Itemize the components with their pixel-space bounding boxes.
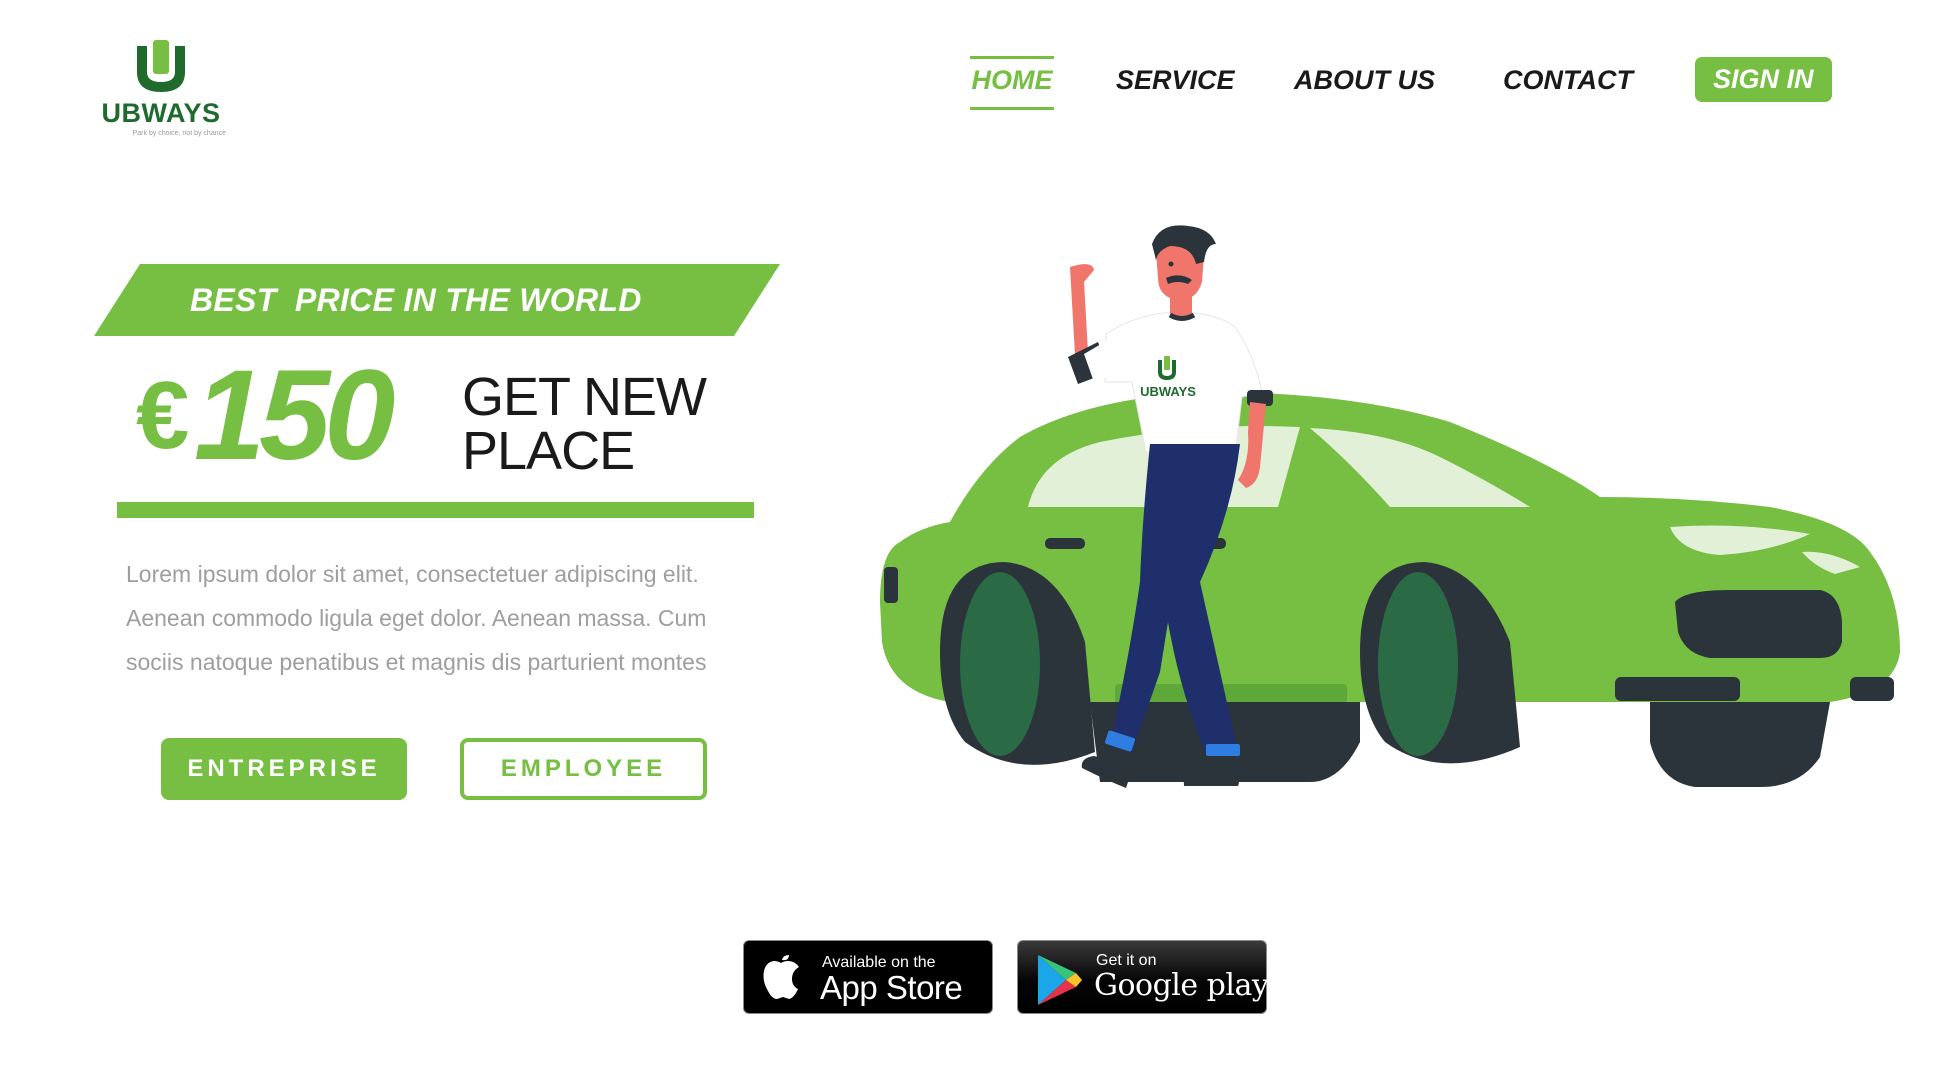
promo-ribbon: BEST PRICE IN THE WORLD — [94, 264, 780, 336]
price-currency: € — [136, 362, 190, 469]
price-tagline-line2: PLACE — [462, 421, 635, 481]
description-line: Lorem ipsum dolor sit amet, consectetuer… — [126, 561, 699, 587]
brand-logo[interactable]: UBWAYS Park by choice, not by chance — [86, 40, 236, 150]
google-play-big-text: Google play — [1094, 968, 1269, 1003]
hero-illustration: UBWAYS — [880, 225, 1900, 788]
shirt-logo-text: UBWAYS — [1140, 384, 1196, 399]
price-tagline: GET NEW PLACE — [462, 370, 722, 478]
price-tagline-line1: GET NEW — [462, 367, 707, 427]
ribbon-text: BEST PRICE IN THE WORLD — [190, 282, 642, 318]
app-store-badge[interactable]: Available on the App Store — [743, 940, 993, 1014]
nav-contact[interactable]: CONTACT — [1503, 56, 1633, 104]
car-illustration — [880, 392, 1900, 787]
price-display: € 150 — [136, 352, 395, 480]
landing-page: UBWAYS Park by choice, not by chance HOM… — [0, 0, 1936, 1080]
app-store-big-text: App Store — [820, 969, 963, 1006]
nav-service[interactable]: SERVICE — [1116, 56, 1235, 104]
divider-bar — [117, 502, 754, 518]
nav-about-us[interactable]: ABOUT US — [1294, 56, 1435, 104]
brand-name: UBWAYS — [101, 98, 221, 128]
hero-description: Lorem ipsum dolor sit amet, consectetuer… — [126, 552, 766, 684]
apple-icon — [763, 955, 799, 999]
entreprise-button[interactable]: ENTREPRISE — [161, 738, 407, 800]
price-amount: 150 — [193, 344, 396, 487]
nav-home[interactable]: HOME — [970, 56, 1054, 110]
employee-button[interactable]: EMPLOYEE — [460, 738, 707, 800]
logo-u-icon — [137, 40, 185, 92]
google-play-badge[interactable]: Get it on Google play — [1017, 940, 1269, 1014]
description-line: Aenean commodo ligula eget dolor. Aenean… — [126, 605, 707, 631]
google-play-icon — [1038, 955, 1082, 1005]
sign-in-button[interactable]: SIGN IN — [1695, 57, 1832, 102]
brand-tagline: Park by choice, not by chance — [132, 130, 226, 137]
google-play-small-text: Get it on — [1096, 952, 1157, 969]
description-line: sociis natoque penatibus et magnis dis p… — [126, 649, 707, 675]
